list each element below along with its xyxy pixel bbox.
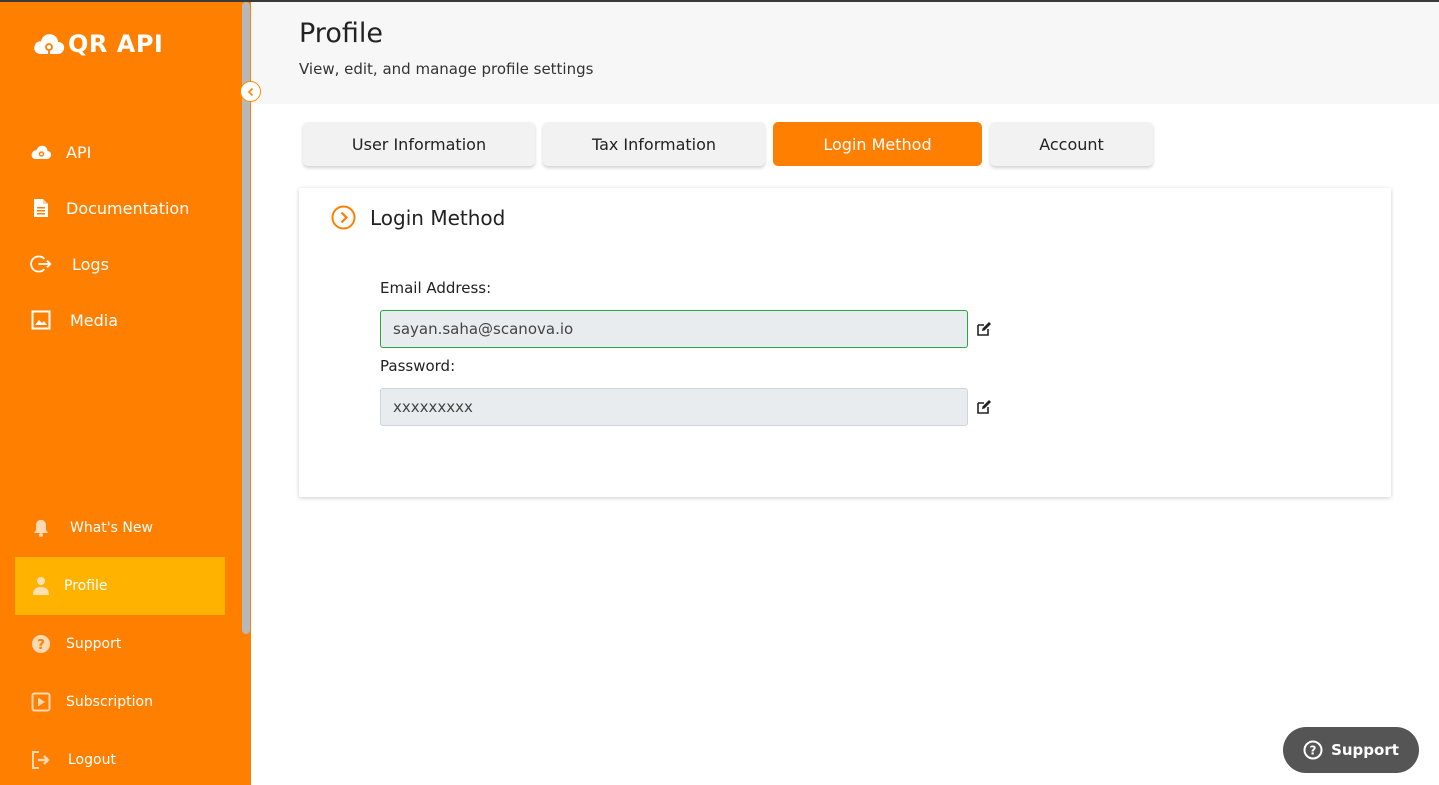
image-icon: [30, 309, 52, 331]
support-label: Support: [1331, 741, 1399, 759]
sidebar-collapse-button[interactable]: [240, 81, 261, 102]
sidebar-item-label: Logout: [68, 752, 116, 768]
play-square-icon: [30, 691, 52, 713]
sidebar-item-label: Media: [70, 310, 119, 330]
tab-tax-information[interactable]: Tax Information: [543, 122, 765, 166]
sidebar-item-subscription[interactable]: Subscription: [15, 673, 225, 731]
document-icon: [30, 197, 52, 219]
logout-icon: [30, 749, 52, 771]
question-circle-icon: ?: [30, 633, 52, 655]
sidebar-item-whats-new[interactable]: What's New: [15, 499, 225, 557]
sidebar: QR API API Documentation Logs Media What…: [0, 2, 251, 785]
tab-user-information[interactable]: User Information: [303, 122, 535, 166]
sign-out-icon: [30, 253, 52, 275]
bell-icon: [30, 517, 52, 539]
user-icon: [30, 575, 52, 597]
sidebar-item-label: Profile: [64, 578, 108, 594]
chevron-circle-right-icon: [331, 205, 356, 230]
sidebar-nav-bottom: What's New Profile ? Support Subscriptio…: [15, 499, 225, 785]
svg-text:?: ?: [1310, 744, 1317, 758]
login-method-card: Login Method Email Address: sayan.saha@s…: [299, 188, 1391, 497]
support-chat-button[interactable]: ? Support: [1283, 727, 1419, 773]
page-header: Profile View, edit, and manage profile s…: [251, 2, 1439, 104]
sidebar-item-documentation[interactable]: Documentation: [0, 180, 241, 236]
card-header[interactable]: Login Method: [331, 205, 505, 230]
password-label: Password:: [380, 357, 456, 375]
sidebar-item-label: Documentation: [66, 198, 190, 218]
edit-password-icon[interactable]: [976, 399, 992, 415]
sidebar-item-logs[interactable]: Logs: [0, 236, 241, 292]
chevron-left-icon: [247, 87, 253, 96]
password-value: xxxxxxxxx: [393, 398, 473, 416]
tab-label: User Information: [351, 134, 487, 154]
tab-label: Login Method: [823, 134, 932, 154]
sidebar-item-support[interactable]: ? Support: [15, 615, 225, 673]
page-title: Profile: [299, 18, 383, 49]
cloud-upload-icon: [34, 34, 65, 54]
sidebar-item-label: API: [66, 142, 92, 162]
sidebar-item-logout[interactable]: Logout: [15, 731, 225, 785]
sidebar-item-label: What's New: [70, 520, 153, 536]
email-label: Email Address:: [380, 279, 492, 297]
sidebar-item-label: Subscription: [66, 694, 153, 710]
sidebar-item-api[interactable]: API: [0, 124, 241, 180]
sidebar-item-label: Logs: [72, 254, 109, 274]
sidebar-item-label: Support: [66, 636, 122, 652]
svg-text:?: ?: [37, 638, 45, 653]
sidebar-nav-top: API Documentation Logs Media: [0, 124, 241, 348]
sidebar-item-media[interactable]: Media: [0, 292, 241, 348]
edit-email-icon[interactable]: [976, 321, 992, 337]
tab-label: Tax Information: [591, 134, 717, 154]
tab-login-method[interactable]: Login Method: [773, 122, 982, 166]
cloud-icon: [30, 141, 52, 163]
tab-label: Account: [1039, 134, 1104, 154]
page-subtitle: View, edit, and manage profile settings: [299, 60, 594, 78]
card-title: Login Method: [370, 205, 506, 230]
question-circle-icon: ?: [1303, 740, 1323, 760]
email-value: sayan.saha@scanova.io: [393, 320, 574, 338]
email-field[interactable]: sayan.saha@scanova.io: [380, 310, 968, 348]
sidebar-item-profile[interactable]: Profile: [15, 557, 225, 615]
password-field[interactable]: xxxxxxxxx: [380, 388, 968, 426]
logo-text: QR API: [68, 30, 164, 58]
logo[interactable]: QR API: [32, 30, 163, 58]
tab-account[interactable]: Account: [990, 122, 1153, 166]
